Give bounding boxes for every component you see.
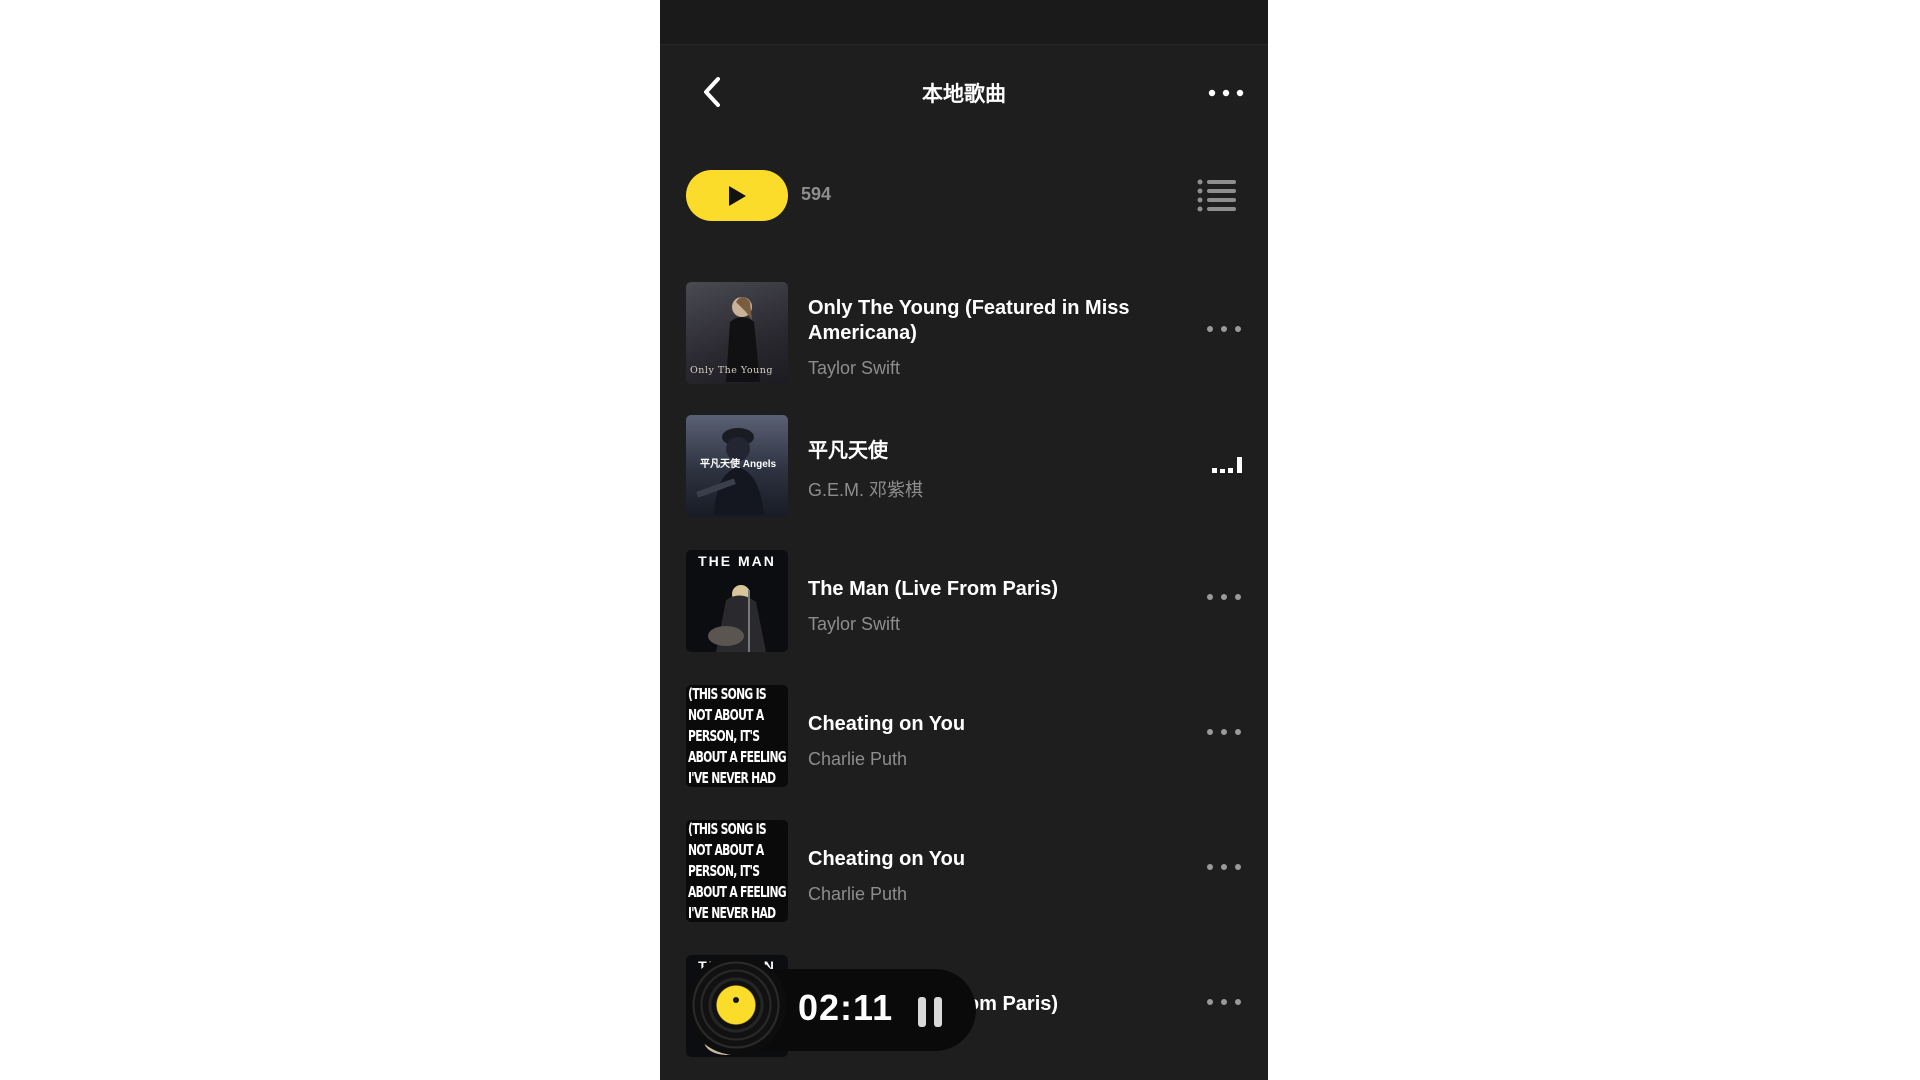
song-title: Cheating on You — [808, 712, 966, 735]
album-cover: 平凡天使 Angels — [686, 415, 788, 517]
play-all-button[interactable] — [686, 170, 788, 221]
pause-icon — [918, 997, 926, 1027]
song-info: Only The Young (Featured in Miss America… — [808, 270, 1163, 405]
header-more-button[interactable] — [1206, 78, 1246, 108]
album-cover: (THIS SONG IS NOT ABOUT A PERSON, IT'S A… — [686, 685, 788, 787]
song-title: The Man (Live From Paris) — [808, 577, 1059, 600]
album-cover: Only The Young — [686, 282, 788, 384]
more-horizontal-icon — [1207, 326, 1241, 332]
toolbar: 594 — [660, 165, 1268, 225]
album-cover-text: (THIS SONG IS NOT ABOUT A PERSON, IT'S A… — [688, 820, 787, 922]
song-info: The Man (Live From Paris) Taylor Swift — [808, 538, 1163, 673]
song-row[interactable]: (THIS SONG IS NOT ABOUT A PERSON, IT'S A… — [660, 808, 1268, 922]
status-bar — [660, 0, 1268, 45]
song-more-button[interactable] — [1202, 987, 1246, 1017]
header: 本地歌曲 — [660, 44, 1268, 144]
album-cover-text: THE MAN — [698, 553, 776, 569]
song-row[interactable]: (THIS SONG IS NOT ABOUT A PERSON, IT'S A… — [660, 673, 1268, 787]
mini-player[interactable]: 02:11 — [686, 955, 976, 1055]
song-artist: G.E.M. 邓紫棋 — [808, 480, 924, 500]
song-title: Cheating on You — [808, 847, 966, 870]
song-more-button[interactable] — [1202, 852, 1246, 882]
list-menu-button[interactable] — [1196, 177, 1238, 213]
play-icon — [729, 185, 746, 206]
song-title: 平凡天使 — [808, 440, 888, 462]
playback-time: 02:11 — [798, 987, 894, 1028]
app-screen: 本地歌曲 594 Only The Young Only The Young (… — [660, 0, 1268, 1080]
song-info: Cheating on You Charlie Puth — [808, 673, 1163, 808]
album-cover: (THIS SONG IS NOT ABOUT A PERSON, IT'S A… — [686, 820, 788, 922]
pause-icon-bar — [934, 997, 942, 1027]
album-cover-text: 平凡天使 Angels — [700, 459, 777, 470]
more-horizontal-icon — [1207, 594, 1241, 600]
song-info: Cheating on You Charlie Puth — [808, 808, 1163, 943]
song-artist: Charlie Puth — [808, 883, 908, 904]
back-button[interactable] — [694, 74, 730, 110]
song-count: 594 — [801, 184, 832, 204]
song-title: Only The Young (Featured in Miss America… — [808, 297, 1130, 344]
song-row[interactable]: THE MAN The Man (Live From Paris) Taylor… — [660, 538, 1268, 652]
song-artist: Taylor Swift — [808, 613, 901, 634]
song-more-button[interactable] — [1202, 717, 1246, 747]
album-cover-text: Only The Young — [690, 365, 773, 376]
song-artist: Taylor Swift — [808, 358, 901, 378]
chevron-left-icon — [704, 77, 720, 107]
equalizer-icon — [1212, 457, 1242, 473]
more-horizontal-icon — [1207, 864, 1241, 870]
song-info: 平凡天使 G.E.M. 邓紫棋 — [808, 403, 1163, 538]
now-playing-indicator — [1210, 453, 1244, 475]
song-artist: Charlie Puth — [808, 748, 908, 769]
vinyl-disc-icon — [686, 955, 786, 1055]
pause-button[interactable] — [918, 997, 946, 1029]
album-cover: THE MAN — [686, 550, 788, 652]
more-horizontal-icon — [1207, 729, 1241, 735]
list-icon — [1197, 179, 1236, 212]
album-cover-text: (THIS SONG IS NOT ABOUT A PERSON, IT'S A… — [688, 685, 787, 787]
more-horizontal-icon — [1208, 89, 1244, 97]
more-horizontal-icon — [1207, 999, 1241, 1005]
song-more-button[interactable] — [1202, 582, 1246, 612]
page-title: 本地歌曲 — [922, 83, 1006, 106]
song-row[interactable]: 平凡天使 Angels 平凡天使 G.E.M. 邓紫棋 — [660, 403, 1268, 517]
song-row[interactable]: Only The Young Only The Young (Featured … — [660, 270, 1268, 384]
song-more-button[interactable] — [1202, 314, 1246, 344]
